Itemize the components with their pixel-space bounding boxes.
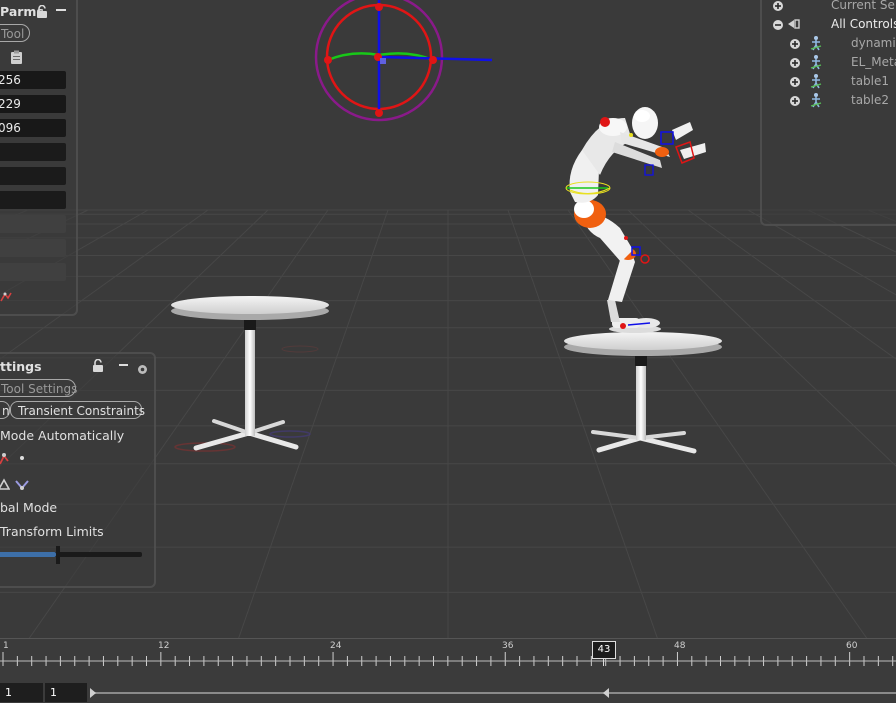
parm-field-5[interactable] [0, 191, 66, 209]
parm-field-4[interactable] [0, 167, 66, 185]
clipboard-icon[interactable] [10, 50, 23, 65]
expand-icon[interactable] [789, 56, 801, 68]
tree-row-label: Current Sele [831, 0, 896, 12]
tool-settings-title: ttings [0, 359, 42, 374]
timeline-tick-label: 36 [502, 641, 514, 651]
timeline-tick-label: 60 [846, 641, 858, 651]
parm-field-2[interactable]: 096 [0, 119, 66, 137]
timeline-tick-label: 24 [330, 641, 342, 651]
timeline-ruler[interactable] [0, 639, 896, 703]
tree-row-label: table1 [851, 74, 890, 88]
control-group-icon [786, 16, 802, 32]
collapse-icon[interactable] [772, 18, 784, 30]
range-start-marker[interactable] [90, 688, 96, 698]
gear-icon[interactable] [137, 360, 148, 374]
pal-mode-label[interactable]: bal Mode [0, 500, 57, 515]
range-current-marker[interactable] [603, 688, 609, 698]
expand-icon[interactable] [789, 75, 801, 87]
pose-tool-icon[interactable] [0, 451, 10, 465]
current-frame-indicator[interactable]: 43 [592, 641, 616, 659]
parm-field-7[interactable] [0, 239, 66, 257]
figure-icon [808, 92, 824, 108]
character-rig[interactable] [565, 107, 706, 333]
table2[interactable] [564, 332, 722, 454]
timeline-tick-label: 1 [3, 641, 9, 651]
figure-icon [808, 73, 824, 89]
dot-icon[interactable] [20, 456, 24, 460]
timeline-tick-label: 12 [158, 641, 170, 651]
lock-icon[interactable] [92, 358, 104, 372]
parm-field-1[interactable]: 229 [0, 95, 66, 113]
bone-icon[interactable] [14, 476, 30, 490]
tree-row-label: EL_Meta [851, 55, 896, 69]
range-start-field[interactable]: 1 [0, 683, 43, 702]
slider-track[interactable] [0, 552, 142, 557]
figure-icon [808, 54, 824, 70]
slider-thumb[interactable] [56, 546, 60, 564]
parm-field-0[interactable]: 256 [0, 71, 66, 89]
tab-left[interactable]: n [0, 401, 10, 419]
ruler-ticks [0, 652, 896, 666]
expand-icon[interactable] [789, 37, 801, 49]
tree-row-label: dynamic [851, 36, 896, 50]
timeline[interactable]: 1 12 24 36 48 60 [0, 638, 896, 703]
table1[interactable] [171, 296, 329, 452]
parm-field-3[interactable] [0, 143, 66, 161]
expand-icon[interactable] [772, 0, 784, 11]
current-frame-line [603, 658, 604, 666]
tree-row-label: table2 [851, 93, 890, 107]
transform-icon[interactable] [0, 476, 11, 490]
tool-settings-pill[interactable]: Tool Settings [0, 379, 77, 397]
pose-tool-icon[interactable] [0, 288, 12, 302]
parm-field-6[interactable] [0, 215, 66, 233]
mode-automatically-label[interactable]: Mode Automatically [0, 428, 124, 443]
slider-fill [0, 552, 56, 557]
figure-icon [808, 35, 824, 51]
transform-limits-label[interactable]: Transform Limits [0, 524, 104, 539]
timeline-tick-label: 48 [674, 641, 686, 651]
parm-field-8[interactable] [0, 263, 66, 281]
expand-icon[interactable] [789, 94, 801, 106]
minus-icon[interactable] [119, 364, 128, 366]
transient-constraints-tab[interactable]: Transient Constraints [10, 401, 145, 419]
tool-pill[interactable]: Tool [0, 24, 30, 42]
lock-icon[interactable] [36, 4, 48, 18]
range-start-field-2[interactable]: 1 [45, 683, 87, 702]
minus-icon[interactable] [56, 9, 66, 11]
tree-row-label: All Controls [831, 17, 896, 31]
rotate-handle[interactable] [314, 0, 493, 122]
